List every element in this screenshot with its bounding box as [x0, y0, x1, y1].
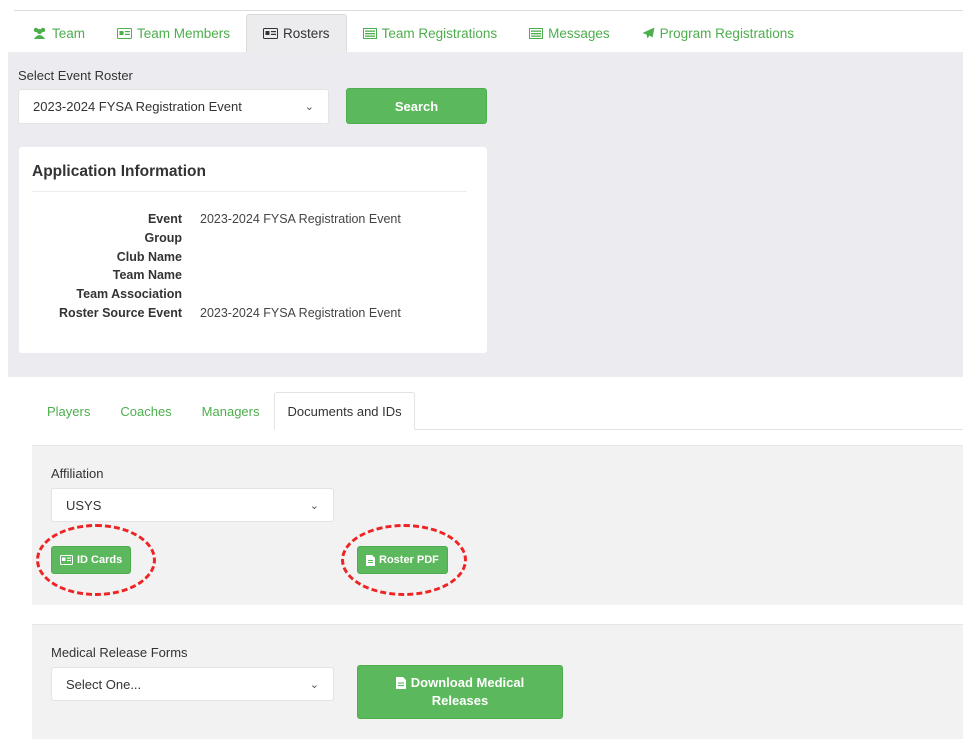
select-value: USYS: [66, 497, 102, 513]
tab-rosters[interactable]: Rosters: [246, 14, 347, 52]
top-divider: [14, 10, 963, 11]
application-info-card: Application Information Event 2023-2024 …: [19, 147, 487, 353]
select-value: 2023-2024 FYSA Registration Event: [33, 99, 242, 114]
button-label: Releases: [431, 693, 489, 708]
tab-program-registrations[interactable]: Program Registrations: [626, 14, 810, 52]
info-label: Roster Source Event: [59, 305, 182, 320]
tab-players[interactable]: Players: [32, 392, 105, 430]
tab-label: Team: [52, 25, 86, 41]
info-value: 2023-2024 FYSA Registration Event: [200, 305, 401, 320]
paper-plane-icon: [642, 27, 655, 39]
tab-team-registrations[interactable]: Team Registrations: [347, 14, 514, 52]
roster-sub-tabs: Players Coaches Managers Documents and I…: [32, 392, 415, 430]
card-title: Application Information: [32, 163, 206, 180]
button-label: Roster PDF: [379, 554, 439, 566]
affiliation-label: Affiliation: [51, 466, 104, 481]
chevron-down-icon: ⌄: [304, 101, 314, 113]
tab-team[interactable]: Team: [16, 14, 101, 52]
button-label: ID Cards: [77, 554, 123, 566]
info-label: Team Name: [112, 268, 182, 283]
select-value: Select One...: [66, 676, 142, 692]
tab-label: Team Members: [137, 25, 231, 41]
affiliation-select[interactable]: USYS ⌄: [51, 488, 334, 522]
main-nav: Team Team Members Rosters Team Registrat…: [16, 14, 810, 52]
tab-documents-and-ids[interactable]: Documents and IDs: [274, 392, 415, 430]
button-line: Download Medical: [395, 674, 525, 692]
download-medical-releases-button[interactable]: Download Medical Releases: [357, 665, 563, 719]
tab-label: Messages: [548, 25, 610, 41]
tab-label: Team Registrations: [381, 25, 498, 41]
info-label: Event: [147, 212, 182, 227]
info-row-team-association: Team Association: [19, 285, 401, 304]
chevron-down-icon: ⌄: [309, 499, 319, 512]
divider: [32, 191, 467, 192]
roster-pdf-button[interactable]: Roster PDF: [357, 546, 448, 574]
list-icon: [529, 27, 544, 39]
info-list: Event 2023-2024 FYSA Registration Event …: [19, 210, 401, 322]
tab-team-members[interactable]: Team Members: [101, 14, 246, 52]
tab-label: Rosters: [283, 26, 330, 41]
affiliation-panel: Affiliation USYS ⌄ ID Cards Roster PDF: [32, 445, 963, 605]
chevron-down-icon: ⌄: [309, 678, 319, 691]
tab-coaches[interactable]: Coaches: [105, 392, 186, 430]
medical-release-label: Medical Release Forms: [51, 645, 188, 660]
id-card-icon: [263, 28, 279, 39]
id-card-icon: [117, 27, 133, 39]
info-label: Club Name: [116, 249, 182, 264]
info-row-club-name: Club Name: [19, 247, 401, 266]
info-row-event: Event 2023-2024 FYSA Registration Event: [19, 210, 401, 229]
info-row-roster-source-event: Roster Source Event 2023-2024 FYSA Regis…: [19, 303, 401, 322]
event-roster-select[interactable]: 2023-2024 FYSA Registration Event ⌄: [18, 89, 329, 124]
id-cards-button[interactable]: ID Cards: [51, 546, 132, 574]
info-value: 2023-2024 FYSA Registration Event: [200, 212, 401, 227]
file-icon: [395, 677, 406, 689]
button-label: Download Medical: [410, 675, 525, 690]
medical-release-select[interactable]: Select One... ⌄: [51, 667, 334, 701]
search-button[interactable]: Search: [346, 88, 487, 124]
info-label: Team Association: [76, 287, 182, 302]
file-icon: [366, 554, 375, 566]
select-event-roster-label: Select Event Roster: [18, 68, 133, 83]
users-icon: [32, 27, 47, 39]
tab-managers[interactable]: Managers: [187, 392, 275, 430]
info-row-group: Group: [19, 229, 401, 248]
tab-messages[interactable]: Messages: [513, 14, 626, 52]
list-icon: [362, 27, 377, 39]
info-row-team-name: Team Name: [19, 266, 401, 285]
tab-label: Program Registrations: [659, 25, 794, 41]
id-card-icon: [60, 555, 73, 565]
info-label: Group: [144, 231, 183, 246]
